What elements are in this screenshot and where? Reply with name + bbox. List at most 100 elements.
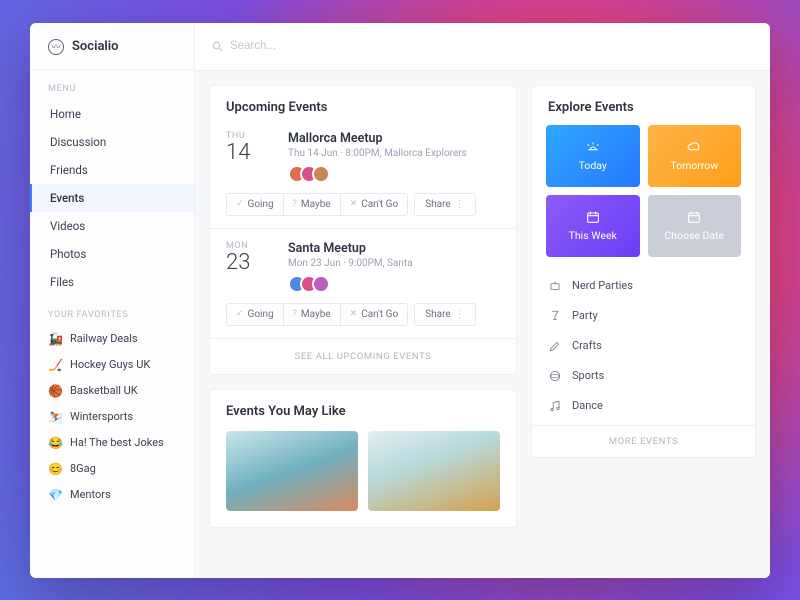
event-date: THU 14 (226, 131, 270, 183)
glass-icon (548, 309, 562, 323)
going-button[interactable]: ✓ Going (227, 194, 284, 215)
may-like-title: Events You May Like (210, 390, 516, 429)
favorite-hockey[interactable]: 🏒Hockey Guys UK (30, 352, 194, 378)
category-party[interactable]: Party (546, 301, 741, 331)
favorite-railway[interactable]: 🚂 Railway Deals (30, 326, 194, 352)
favorite-label: Hockey Guys UK (70, 358, 150, 371)
sidebar-item-photos[interactable]: Photos (30, 240, 194, 268)
attendee-avatars (288, 165, 500, 183)
left-column: Upcoming Events THU 14 Mallorca Meetup T… (209, 85, 517, 578)
attendee-avatars (288, 275, 500, 293)
sunrise-icon (585, 139, 601, 155)
question-icon: ? (293, 199, 297, 209)
share-label: Share (425, 309, 450, 320)
brand-name: Socialio (72, 39, 119, 54)
favorite-label: Ha! The best Jokes (70, 436, 164, 449)
cloud-icon (686, 139, 702, 155)
favorite-label: Wintersports (70, 410, 133, 423)
maybe-label: Maybe (301, 199, 331, 210)
favorite-wintersports[interactable]: ⛷️ Wintersports (30, 404, 194, 430)
cantgo-button[interactable]: ✕Can't Go (341, 304, 408, 325)
category-label: Crafts (572, 339, 602, 352)
event-day-name: THU (226, 131, 270, 141)
dots-icon: ⋮ (455, 309, 465, 320)
going-label: Going (248, 199, 274, 210)
question-icon: ? (293, 309, 297, 319)
category-list: Nerd Parties Party Crafts Sports Dance (532, 267, 755, 425)
favorite-basketball[interactable]: 🏀Basketball UK (30, 378, 194, 404)
music-icon (548, 399, 562, 413)
sidebar-item-home[interactable]: Home (30, 100, 194, 128)
content: Upcoming Events THU 14 Mallorca Meetup T… (195, 71, 770, 578)
category-dance[interactable]: Dance (546, 391, 741, 421)
suggested-event-image[interactable] (226, 431, 358, 511)
favorite-jokes[interactable]: 😂 Ha! The best Jokes (30, 430, 194, 456)
smile-icon: 😊 (48, 462, 62, 476)
share-button[interactable]: Share ⋮ (414, 303, 475, 326)
going-button[interactable]: ✓Going (227, 304, 284, 325)
basketball-icon: 🏀 (48, 384, 62, 398)
sidebar-item-friends[interactable]: Friends (30, 156, 194, 184)
more-events-link[interactable]: MORE EVENTS (532, 425, 755, 457)
tile-today[interactable]: Today (546, 125, 640, 187)
x-icon: ✕ (350, 199, 358, 209)
upcoming-events-card: Upcoming Events THU 14 Mallorca Meetup T… (209, 85, 517, 375)
tile-label: Tomorrow (670, 159, 718, 172)
explore-title: Explore Events (532, 86, 755, 125)
favorite-label: Railway Deals (70, 332, 138, 345)
sidebar-item-discussion[interactable]: Discussion (30, 128, 194, 156)
cantgo-button[interactable]: ✕Can't Go (341, 194, 408, 215)
x-icon: ✕ (350, 309, 358, 319)
sidebar-item-videos[interactable]: Videos (30, 212, 194, 240)
tile-this-week[interactable]: This Week (546, 195, 640, 257)
pencil-icon (548, 339, 562, 353)
sidebar-item-files[interactable]: Files (30, 268, 194, 296)
avatar[interactable] (312, 165, 330, 183)
laugh-icon: 😂 (48, 436, 62, 450)
category-label: Nerd Parties (572, 279, 633, 292)
category-label: Sports (572, 369, 604, 382)
event-day-num: 23 (226, 251, 270, 275)
tile-tomorrow[interactable]: Tomorrow (648, 125, 742, 187)
category-crafts[interactable]: Crafts (546, 331, 741, 361)
tile-label: Choose Date (664, 229, 724, 242)
event-title[interactable]: Santa Meetup (288, 241, 500, 256)
event-meta: Mon 23 Jun · 9:00PM, Santa (288, 258, 500, 269)
check-icon: ✓ (236, 199, 244, 209)
see-all-events-link[interactable]: SEE ALL UPCOMING EVENTS (210, 338, 516, 374)
train-icon: 🚂 (48, 332, 62, 346)
sidebar: 〰 Socialio MENU Home Discussion Friends … (30, 23, 195, 578)
category-label: Party (572, 309, 598, 322)
brand-icon: 〰 (48, 39, 64, 55)
maybe-label: Maybe (301, 309, 331, 320)
suggested-event-image[interactable] (368, 431, 500, 511)
gem-icon: 💎 (48, 488, 62, 502)
category-nerd-parties[interactable]: Nerd Parties (546, 271, 741, 301)
right-column: Explore Events Today Tomorrow This We (531, 85, 756, 578)
search-input[interactable] (230, 40, 384, 52)
going-label: Going (248, 309, 274, 320)
sidebar-item-events[interactable]: Events (30, 184, 194, 212)
tile-label: Today (579, 159, 607, 172)
event-meta: Thu 14 Jun · 8:00PM, Mallorca Explorers (288, 148, 500, 159)
share-label: Share (425, 199, 450, 210)
cantgo-label: Can't Go (361, 199, 398, 210)
share-button[interactable]: Share⋮ (414, 193, 475, 216)
event-title[interactable]: Mallorca Meetup (288, 131, 500, 146)
tile-label: This Week (569, 229, 617, 242)
favorite-8gag[interactable]: 😊8Gag (30, 456, 194, 482)
search-box[interactable] (211, 40, 384, 53)
tile-choose-date[interactable]: Choose Date (648, 195, 742, 257)
category-label: Dance (572, 399, 603, 412)
favorite-mentors[interactable]: 💎Mentors (30, 482, 194, 508)
calendar-icon (686, 209, 702, 225)
category-sports[interactable]: Sports (546, 361, 741, 391)
ski-icon: ⛷️ (48, 410, 62, 424)
rsvp-group: ✓Going ? Maybe ✕Can't Go (226, 303, 408, 326)
rsvp-group: ✓ Going ? Maybe ✕Can't Go (226, 193, 408, 216)
maybe-button[interactable]: ? Maybe (284, 304, 341, 325)
menu-section-label: MENU (30, 70, 194, 100)
calendar-icon (585, 209, 601, 225)
maybe-button[interactable]: ? Maybe (284, 194, 341, 215)
avatar[interactable] (312, 275, 330, 293)
